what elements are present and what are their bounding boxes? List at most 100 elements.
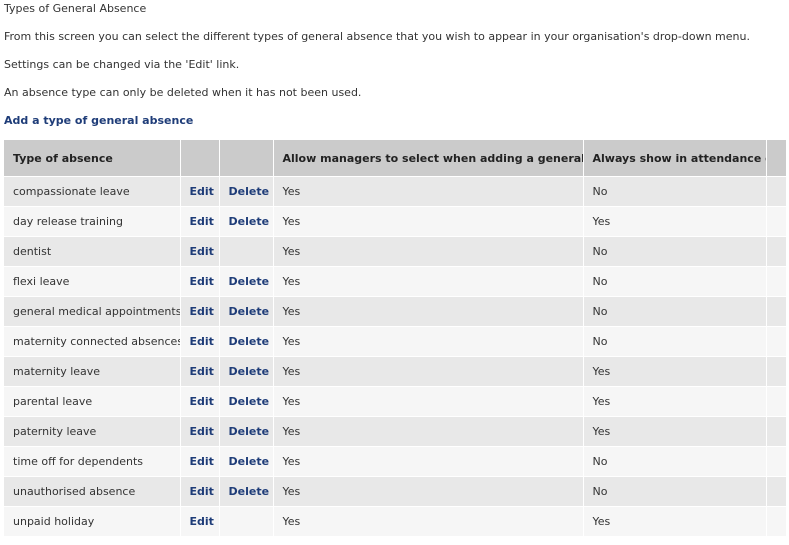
- table-row: day release training Edit Delete Yes Yes: [4, 206, 787, 237]
- edit-cell: Edit: [180, 326, 220, 357]
- edit-cell: Edit: [180, 356, 220, 387]
- edit-link[interactable]: Edit: [190, 215, 214, 228]
- always-show-value: No: [583, 266, 767, 297]
- delete-link[interactable]: Delete: [229, 335, 270, 348]
- always-show-value: Yes: [583, 416, 767, 447]
- delete-link[interactable]: Delete: [229, 365, 270, 378]
- absence-type-name: unpaid holiday: [4, 506, 181, 537]
- intro-text-select: From this screen you can select the diff…: [4, 30, 750, 43]
- absence-type-name: day release training: [4, 206, 181, 237]
- table-row: compassionate leave Edit Delete Yes No: [4, 176, 787, 207]
- row-spacer-cell: [766, 416, 787, 447]
- edit-link[interactable]: Edit: [190, 185, 214, 198]
- row-spacer-cell: [766, 296, 787, 327]
- allow-managers-value: Yes: [273, 416, 584, 447]
- delete-cell: Delete: [219, 386, 274, 417]
- row-spacer-cell: [766, 476, 787, 507]
- edit-cell: Edit: [180, 506, 220, 537]
- edit-cell: Edit: [180, 416, 220, 447]
- delete-link[interactable]: Delete: [229, 395, 270, 408]
- table-row: dentist Edit Yes No: [4, 236, 787, 267]
- edit-link[interactable]: Edit: [190, 305, 214, 318]
- always-show-value: No: [583, 446, 767, 477]
- absence-type-name: general medical appointments: [4, 296, 181, 327]
- intro-text-delete: An absence type can only be deleted when…: [4, 86, 362, 99]
- edit-link[interactable]: Edit: [190, 425, 214, 438]
- edit-link[interactable]: Edit: [190, 335, 214, 348]
- delete-cell: Delete: [219, 266, 274, 297]
- edit-cell: Edit: [180, 176, 220, 207]
- edit-link[interactable]: Edit: [190, 245, 214, 258]
- column-header-edit: [180, 140, 220, 177]
- table-row: time off for dependents Edit Delete Yes No: [4, 446, 787, 477]
- delete-link[interactable]: Delete: [229, 425, 270, 438]
- delete-link[interactable]: Delete: [229, 305, 270, 318]
- allow-managers-value: Yes: [273, 176, 584, 207]
- row-spacer-cell: [766, 236, 787, 267]
- edit-cell: Edit: [180, 236, 220, 267]
- edit-link[interactable]: Edit: [190, 365, 214, 378]
- edit-link[interactable]: Edit: [190, 395, 214, 408]
- delete-cell: Delete: [219, 326, 274, 357]
- delete-link[interactable]: Delete: [229, 485, 270, 498]
- intro-section: Types of General Absence From this scree…: [4, 0, 784, 112]
- allow-managers-value: Yes: [273, 476, 584, 507]
- allow-managers-value: Yes: [273, 206, 584, 237]
- row-spacer-cell: [766, 176, 787, 207]
- always-show-value: Yes: [583, 356, 767, 387]
- row-spacer-cell: [766, 266, 787, 297]
- row-spacer-cell: [766, 386, 787, 417]
- allow-managers-value: Yes: [273, 356, 584, 387]
- edit-cell: Edit: [180, 386, 220, 417]
- delete-link[interactable]: Delete: [229, 185, 270, 198]
- delete-cell: Delete: [219, 206, 274, 237]
- absence-type-name: compassionate leave: [4, 176, 181, 207]
- delete-cell: [219, 236, 274, 267]
- allow-managers-value: Yes: [273, 386, 584, 417]
- column-header-spacer: [766, 140, 787, 177]
- edit-cell: Edit: [180, 446, 220, 477]
- row-spacer-cell: [766, 506, 787, 537]
- edit-cell: Edit: [180, 296, 220, 327]
- table-header-row: Type of absence Allow managers to select…: [4, 140, 787, 177]
- column-header-type: Type of absence: [4, 140, 181, 177]
- table-row: general medical appointments Edit Delete Ye…: [4, 296, 787, 327]
- edit-link[interactable]: Edit: [190, 275, 214, 288]
- delete-cell: Delete: [219, 176, 274, 207]
- always-show-value: No: [583, 326, 767, 357]
- table-row: parental leave Edit Delete Yes Yes: [4, 386, 787, 417]
- absence-type-name: flexi leave: [4, 266, 181, 297]
- absence-type-name: dentist: [4, 236, 181, 267]
- edit-cell: Edit: [180, 266, 220, 297]
- always-show-value: No: [583, 236, 767, 267]
- delete-cell: Delete: [219, 356, 274, 387]
- edit-link[interactable]: Edit: [190, 515, 214, 528]
- always-show-value: No: [583, 296, 767, 327]
- delete-link[interactable]: Delete: [229, 275, 270, 288]
- always-show-value: No: [583, 476, 767, 507]
- delete-link[interactable]: Delete: [229, 455, 270, 468]
- delete-link[interactable]: Delete: [229, 215, 270, 228]
- absence-type-name: paternity leave: [4, 416, 181, 447]
- row-spacer-cell: [766, 356, 787, 387]
- table-row: paternity leave Edit Delete Yes Yes: [4, 416, 787, 447]
- row-spacer-cell: [766, 206, 787, 237]
- absence-type-name: maternity connected absences: [4, 326, 181, 357]
- row-spacer-cell: [766, 326, 787, 357]
- absence-type-name: time off for dependents: [4, 446, 181, 477]
- absence-type-name: maternity leave: [4, 356, 181, 387]
- column-header-always-show: Always show in attendance chart: [583, 140, 767, 177]
- allow-managers-value: Yes: [273, 266, 584, 297]
- edit-cell: Edit: [180, 476, 220, 507]
- edit-link[interactable]: Edit: [190, 455, 214, 468]
- edit-link[interactable]: Edit: [190, 485, 214, 498]
- row-spacer-cell: [766, 446, 787, 477]
- table-row: unpaid holiday Edit Yes Yes: [4, 506, 787, 537]
- always-show-value: Yes: [583, 386, 767, 417]
- allow-managers-value: Yes: [273, 296, 584, 327]
- table-row: unauthorised absence Edit Delete Yes No: [4, 476, 787, 507]
- add-absence-type-link[interactable]: Add a type of general absence: [4, 112, 193, 130]
- column-header-delete: [219, 140, 274, 177]
- allow-managers-value: Yes: [273, 446, 584, 477]
- delete-cell: Delete: [219, 416, 274, 447]
